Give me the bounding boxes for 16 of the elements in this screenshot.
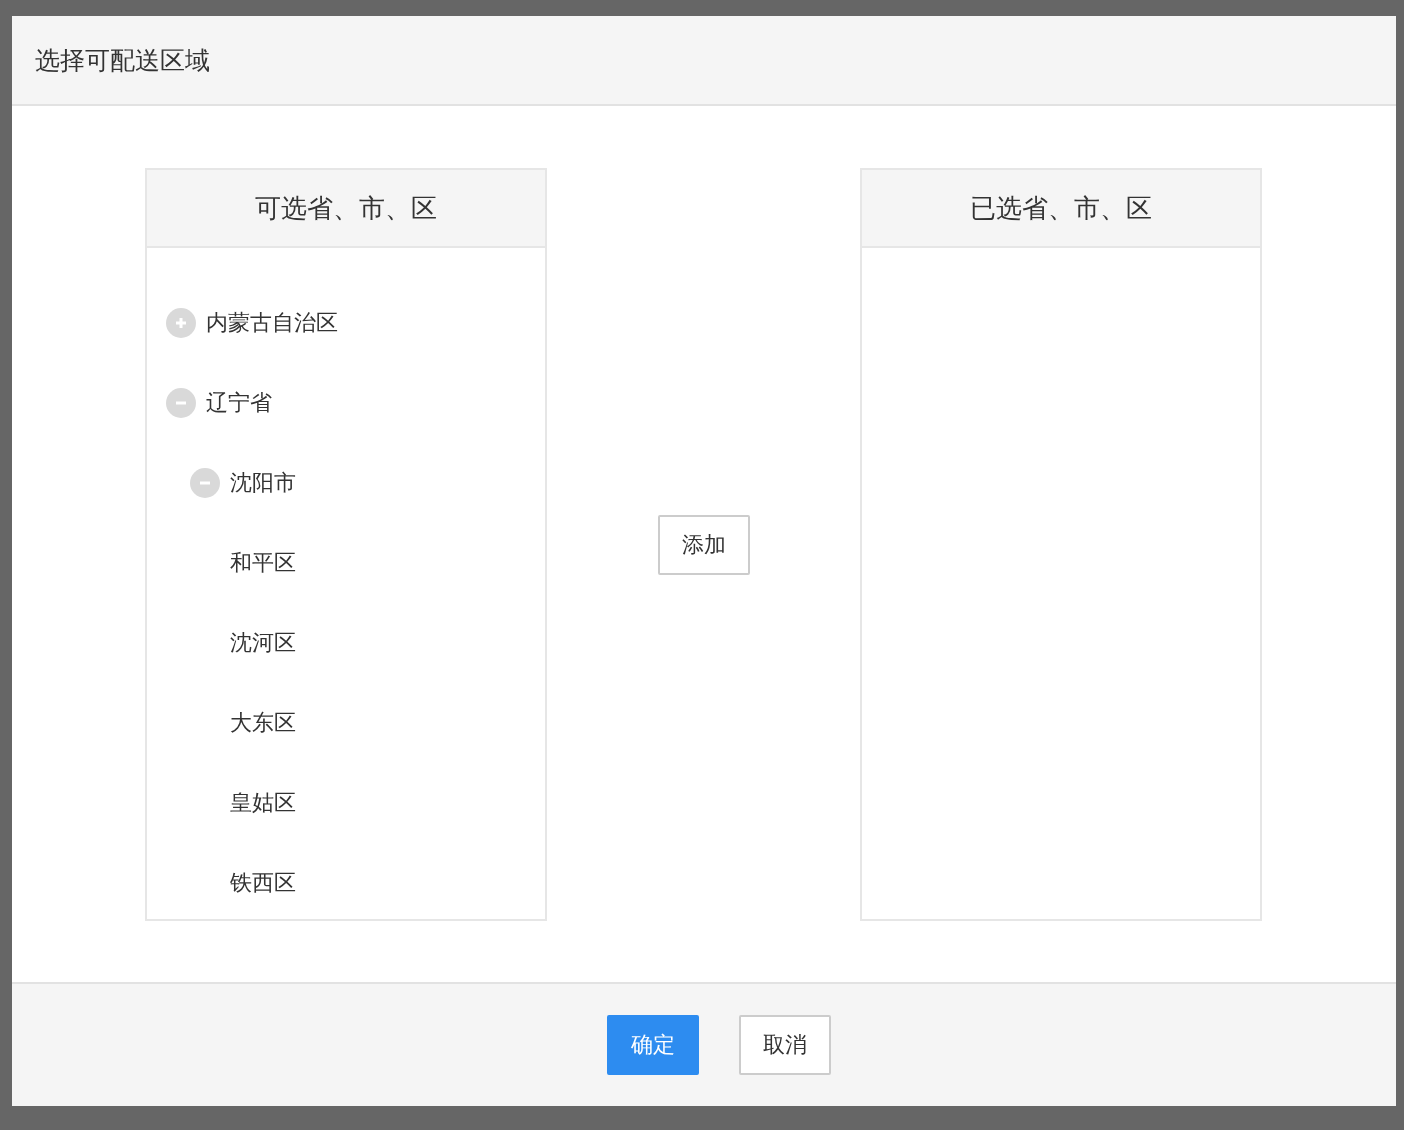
- tree-item[interactable]: 和平区: [230, 548, 296, 578]
- add-button[interactable]: 添加: [657, 514, 750, 575]
- tree-item[interactable]: 铁西区: [230, 868, 296, 898]
- expand-icon[interactable]: [166, 308, 196, 338]
- tree-item[interactable]: 皇姑区: [230, 788, 296, 818]
- panel-title: 可选省、市、区: [255, 191, 437, 225]
- dialog-title: 选择可配送区域: [35, 44, 210, 77]
- collapse-icon[interactable]: [166, 388, 196, 418]
- cancel-button[interactable]: 取消: [739, 1015, 831, 1075]
- tree-item[interactable]: 沈河区: [230, 628, 296, 658]
- tree-item[interactable]: 大东区: [230, 708, 296, 738]
- panel-title: 已选省、市、区: [970, 191, 1152, 225]
- collapse-icon[interactable]: [190, 468, 220, 498]
- tree-item[interactable]: 沈阳市: [230, 468, 296, 498]
- tree-item[interactable]: 内蒙古自治区: [206, 308, 338, 338]
- tree-item[interactable]: 辽宁省: [206, 388, 272, 418]
